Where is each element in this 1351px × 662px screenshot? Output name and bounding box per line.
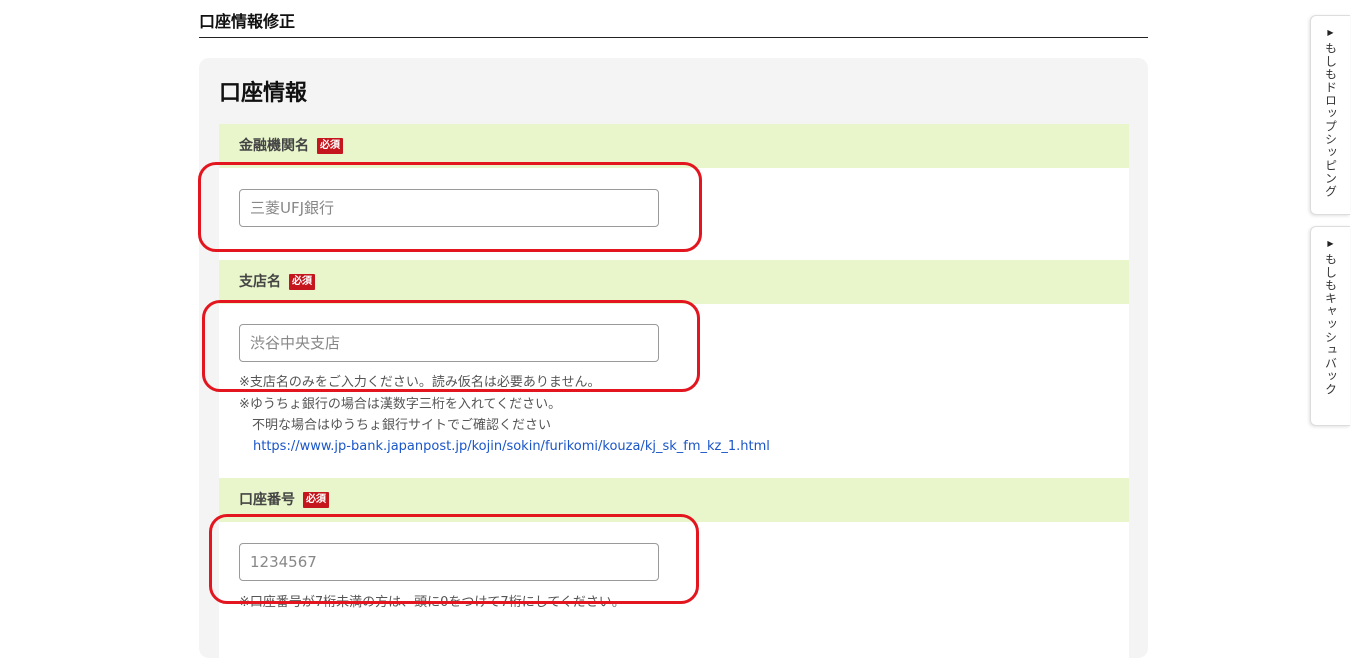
japanpost-link[interactable]: https://www.jp-bank.japanpost.jp/kojin/s… [253,439,770,454]
side-tab-label: もしもキャッシュバック [1323,253,1338,396]
branch-note-1: ※支店名のみをご入力ください。読み仮名は必要ありません。 [239,375,601,390]
account-note: ※口座番号が7桁未満の方は、頭に0をつけて7桁にしてください。 [239,595,625,610]
bank-name-input[interactable] [239,189,659,227]
account-number-label-wrap: 口座番号 必須 [239,490,329,510]
account-info-panel: 口座情報 金融機関名必須 支店名必須 ※支店名のみをご入力ください。読み仮名は必… [199,58,1148,662]
required-badge: 必須 [303,492,329,508]
branch-name-label-wrap: 支店名 必須 [239,272,315,292]
bank-name-label: 金融機関名 [239,138,309,154]
branch-name-body: ※支店名のみをご入力ください。読み仮名は必要ありません。 ※ゆうちょ銀行の場合は… [219,304,1129,478]
required-badge: 必須 [317,138,343,154]
page-title: 口座情報修正 [199,12,1148,38]
branch-name-input[interactable] [239,324,659,362]
account-number-body: ※口座番号が7桁未満の方は、頭に0をつけて7桁にしてください。 [219,522,1129,662]
side-tab-cashback[interactable]: ▶ もしもキャッシュバック [1310,226,1350,426]
branch-note-2: ※ゆうちょ銀行の場合は漢数字三桁を入れてください。 [239,397,562,412]
branch-note-3: 不明な場合はゆうちょ銀行サイトでご確認ください [239,418,552,433]
required-badge: 必須 [289,274,315,290]
bank-name-header: 金融機関名 必須 [219,124,1129,168]
account-number-input[interactable] [239,543,659,581]
side-tab-label: もしもドロップシッピング [1323,42,1338,198]
branch-name-label: 支店名 [239,274,281,290]
arrow-right-icon: ▶ [1327,239,1334,248]
bank-name-body [219,168,1129,260]
account-number-header: 口座番号 必須 [219,478,1129,522]
arrow-right-icon: ▶ [1327,28,1334,37]
side-tab-dropshipping[interactable]: ▶ もしもドロップシッピング [1310,15,1350,215]
japanpost-link-wrap: https://www.jp-bank.japanpost.jp/kojin/s… [253,436,770,457]
panel-title: 口座情報 [219,81,308,106]
account-number-label: 口座番号 [239,492,295,508]
bank-name-label-wrap: 金融機関名 必須 [239,136,343,156]
branch-name-header: 支店名 必須 [219,260,1129,304]
